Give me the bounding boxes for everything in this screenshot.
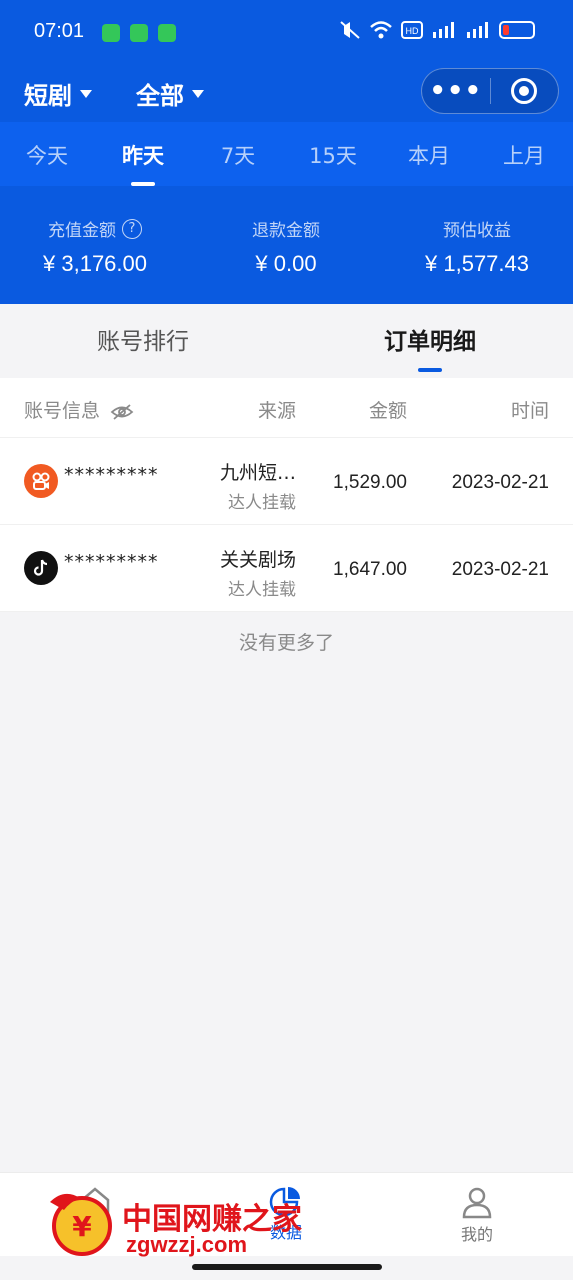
tab-yesterday[interactable]: 昨天 (122, 140, 164, 186)
table-header: 账号信息 来源 金额 时间 (0, 378, 573, 438)
source-name: 关关剧场 (219, 549, 296, 571)
battery-icon (499, 21, 535, 39)
signal-5g-icon (467, 22, 488, 38)
orders-table: 账号信息 来源 金额 时间 ********* 九州短… 达人挂载 1,529.… (0, 378, 573, 612)
home-indicator[interactable] (191, 1264, 382, 1270)
source-name: 九州短… (219, 462, 296, 484)
filter-dropdown-label: 全部 (136, 82, 184, 110)
status-time: 07:01 (34, 20, 85, 42)
table-row[interactable]: ********* 九州短… 达人挂载 1,529.00 2023-02-21 (0, 438, 573, 525)
tab-7days[interactable]: 7天 (221, 140, 255, 170)
app-notification-icon (158, 24, 176, 42)
tab-today[interactable]: 今天 (26, 140, 68, 170)
header-source: 来源 (257, 400, 296, 422)
category-dropdown-label: 短剧 (24, 82, 72, 110)
active-tab-indicator (418, 368, 442, 372)
stat-refund: 退款金额 ¥ 0.00 (252, 216, 320, 277)
stat-label: 退款金额 (252, 221, 320, 241)
miniapp-capsule: ••• (421, 68, 559, 114)
tab-account-ranking[interactable]: 账号排行 (97, 322, 189, 356)
section-tabs: 账号排行 订单明细 (0, 304, 573, 378)
app-notification-icon (130, 24, 148, 42)
app-notification-icon (102, 24, 120, 42)
stat-value: ¥ 0.00 (255, 251, 317, 276)
account-name: ********* (64, 551, 159, 573)
close-miniapp-button[interactable] (491, 78, 559, 104)
source-type: 达人挂载 (228, 493, 296, 513)
kuaishou-avatar-icon (24, 464, 58, 498)
stat-estimated-income: 预估收益 ¥ 1,577.43 (425, 216, 529, 277)
date-tabs: 今天 昨天 7天 15天 本月 上月 (0, 122, 573, 186)
category-dropdown[interactable]: 短剧 (24, 76, 92, 111)
status-bar: 07:01 HD (0, 0, 573, 64)
more-icon[interactable]: ••• (422, 78, 490, 104)
signal-5g-icon (433, 22, 454, 38)
header: 短剧 全部 ••• (0, 64, 573, 122)
svg-text:HD: HD (406, 26, 419, 36)
header-amount: 金额 (368, 400, 407, 422)
filter-dropdown[interactable]: 全部 (136, 76, 204, 111)
stat-value: ¥ 3,176.00 (43, 251, 147, 276)
wifi-icon (370, 21, 392, 39)
nav-label: 我的 (460, 1225, 493, 1244)
header-account: 账号信息 (24, 396, 134, 423)
stat-value: ¥ 1,577.43 (425, 251, 529, 276)
watermark-en: zgwzzj.com (126, 1232, 248, 1257)
time: 2023-02-21 (451, 559, 549, 580)
time: 2023-02-21 (451, 472, 549, 493)
stat-label: 预估收益 (442, 221, 511, 241)
amount: 1,529.00 (333, 472, 407, 493)
help-icon[interactable]: ? (121, 218, 142, 239)
stat-label: 充值金额 (47, 221, 116, 241)
mute-icon (340, 21, 360, 39)
header-time: 时间 (510, 400, 549, 422)
hd-icon: HD (401, 21, 423, 39)
target-icon (511, 78, 538, 104)
watermark: ¥ 中国网赚之家 zgwzzj.com (44, 1188, 304, 1260)
stat-recharge: 充值金额? ¥ 3,176.00 (43, 216, 147, 277)
watermark-logo: ¥ (50, 1193, 112, 1256)
caret-down-icon (80, 89, 92, 98)
tab-15days[interactable]: 15天 (309, 140, 357, 170)
status-icons: HD (339, 20, 535, 40)
no-more-text: 没有更多了 (238, 632, 334, 654)
table-row[interactable]: ********* 关关剧场 达人挂载 1,647.00 2023-02-21 (0, 525, 573, 612)
nav-me[interactable]: 我的 (460, 1185, 494, 1245)
source-type: 达人挂载 (228, 580, 296, 600)
tab-this-month[interactable]: 本月 (408, 140, 450, 170)
user-icon (462, 1187, 492, 1219)
tab-last-month[interactable]: 上月 (503, 140, 545, 170)
account-name: ********* (64, 464, 159, 486)
tab-order-details[interactable]: 订单明细 (384, 322, 476, 372)
eye-off-icon[interactable] (110, 403, 134, 421)
caret-down-icon (192, 89, 204, 98)
stats-panel: 充值金额? ¥ 3,176.00 退款金额 ¥ 0.00 预估收益 ¥ 1,57… (0, 186, 573, 304)
amount: 1,647.00 (333, 559, 407, 580)
svg-text:¥: ¥ (72, 1210, 92, 1243)
douyin-avatar-icon (24, 551, 58, 585)
